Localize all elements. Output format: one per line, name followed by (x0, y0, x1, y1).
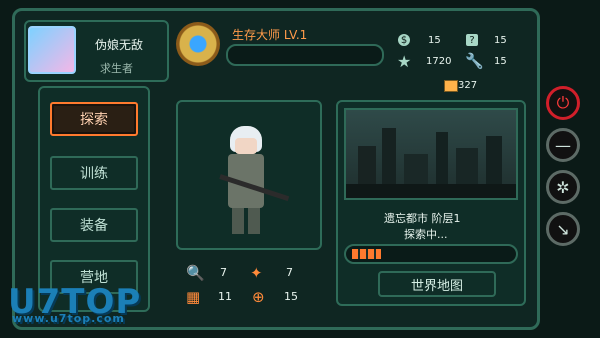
magnifier-icon: 🔍 (186, 264, 205, 282)
attribute-value: 7 (286, 266, 293, 279)
attribute-value: 7 (220, 266, 227, 279)
player-role: 求生者 (100, 62, 133, 75)
exploration-progress-fill (352, 249, 381, 259)
sidebar-item-training[interactable]: 训练 (50, 156, 138, 190)
sidebar-item-explore[interactable]: 探索 (50, 102, 138, 136)
watermark-url: www.u7top.com (12, 312, 125, 325)
bullet-icon: ✦ (250, 264, 263, 282)
rank-badge-icon (176, 22, 220, 66)
power-button[interactable]: ⏻ (546, 86, 580, 120)
minus-icon: — (555, 135, 571, 155)
location-image[interactable] (344, 108, 518, 200)
storage-icon (444, 80, 458, 92)
coins-value: 15 (428, 35, 441, 46)
sidebar-item-equipment[interactable]: 装备 (50, 208, 138, 242)
stars-value: 1720 (426, 56, 452, 67)
gear-icon: ✲ (556, 177, 570, 197)
watermark-logo: U7TOP www.u7top.com (8, 282, 141, 325)
capacity-value: 327 (458, 80, 478, 91)
minimize-button[interactable]: — (546, 128, 580, 162)
game-screen: 伪娘无敌 求生者 生存大师 LV.1 $ 15 ? 15 ★ 1720 🔧 15… (0, 0, 600, 338)
exploration-progress-bar (344, 244, 518, 264)
player-name: 伪娘无敌 (95, 38, 144, 52)
location-name: 遗忘都市 阶层1 (384, 212, 461, 225)
exploration-status: 探索中... (404, 228, 448, 241)
crosshair-icon: ⊕ (252, 288, 265, 306)
world-map-button[interactable]: 世界地图 (378, 271, 496, 297)
help-icon: ? (466, 34, 478, 46)
rank-title: 生存大师 LV.1 (232, 28, 308, 42)
expand-button[interactable]: ↘ (546, 212, 580, 246)
backpack-icon: ▦ (186, 288, 201, 306)
arrow-down-right-icon: ↘ (556, 219, 570, 239)
avatar[interactable] (28, 26, 76, 74)
tools-value: 15 (494, 56, 507, 67)
attribute-value: 11 (218, 290, 232, 303)
power-icon: ⏻ (556, 93, 570, 112)
wrench-icon: 🔧 (465, 52, 484, 70)
rank-progress-bar (226, 44, 384, 66)
attribute-value: 15 (284, 290, 298, 303)
coin-icon: $ (398, 34, 410, 46)
character-sprite[interactable] (218, 126, 290, 238)
settings-button[interactable]: ✲ (546, 170, 580, 204)
star-icon: ★ (397, 52, 412, 71)
help-value: 15 (494, 35, 507, 46)
